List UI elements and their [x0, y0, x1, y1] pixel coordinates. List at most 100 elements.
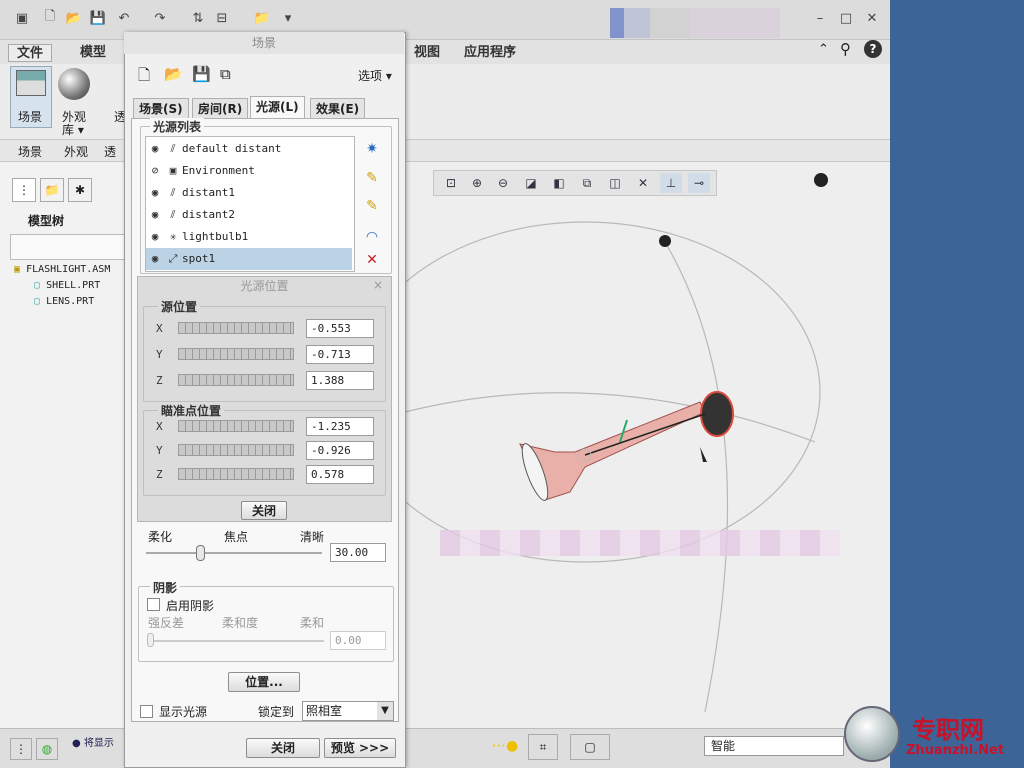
source-z-slider[interactable]	[178, 374, 294, 386]
add-lightbulb-icon[interactable]: ✎	[360, 166, 384, 190]
browser-toggle-icon[interactable]: ◍	[36, 738, 58, 760]
add-distant-light-icon[interactable]: ✷	[360, 137, 384, 161]
tree-item-shell[interactable]: ▢ SHELL.PRT	[34, 280, 100, 291]
undo-icon[interactable]: ↶	[114, 8, 134, 28]
light-row-spot1[interactable]: ◉ ⤢ spot1	[146, 248, 352, 270]
delete-light-icon[interactable]: ✕	[360, 248, 384, 272]
sphere-outline	[405, 221, 821, 563]
sharpness-slider-track[interactable]	[146, 552, 322, 554]
light-position-close-button[interactable]: 关闭	[241, 501, 287, 520]
save-scene-icon[interactable]: 💾	[192, 65, 211, 83]
sphere-meridian	[664, 241, 729, 713]
source-x-label: X	[156, 322, 163, 335]
options-menu[interactable]: 选项 ▾	[358, 67, 392, 84]
eye-icon[interactable]: ◉	[146, 204, 164, 226]
eye-icon[interactable]: ◉	[146, 182, 164, 204]
aim-x-field[interactable]: -1.235	[306, 417, 374, 436]
enable-shadow-label: 启用阴影	[166, 599, 215, 613]
tab-effects[interactable]: 效果(E)	[310, 98, 366, 118]
selection-filter[interactable]: 智能	[704, 736, 844, 756]
group-trans-partial: 透	[104, 145, 117, 159]
aim-z-field[interactable]: 0.578	[306, 465, 374, 484]
eye-hidden-icon[interactable]: ⊘	[146, 160, 164, 182]
light-row-distant1[interactable]: ◉ ⫽ distant1	[146, 182, 352, 204]
watermark-url: Zhuanzhi.Net	[906, 743, 1005, 758]
show-lights-checkbox[interactable]	[140, 705, 153, 718]
tree-toggle-icon[interactable]: ⋮	[10, 738, 32, 760]
maximize-icon[interactable]: □	[836, 8, 856, 28]
light-position-close-icon[interactable]: ×	[373, 278, 383, 292]
shadow-slider-track	[148, 640, 324, 642]
shadow-field: 0.00	[330, 631, 386, 650]
add-spotlight-icon[interactable]: ✎	[360, 194, 384, 218]
source-y-slider[interactable]	[178, 348, 294, 360]
lock-to-select[interactable]: 照相室 ▼	[302, 701, 394, 721]
aim-y-field[interactable]: -0.926	[306, 441, 374, 460]
position-button[interactable]: 位置...	[228, 672, 300, 692]
source-x-field[interactable]: -0.553	[306, 319, 374, 338]
tab-view[interactable]: 视图	[406, 44, 448, 62]
favorites-icon[interactable]: ✱	[68, 178, 92, 202]
window-close-icon[interactable]: ✕	[862, 8, 882, 28]
sharpness-slider-thumb[interactable]	[196, 545, 205, 561]
eye-icon[interactable]: ◉	[146, 226, 164, 248]
model-tree-tab-icon[interactable]: ⋮	[12, 178, 36, 202]
eye-icon[interactable]: ◉	[146, 248, 164, 270]
tab-room[interactable]: 房间(R)	[192, 98, 249, 118]
spotlight-cone[interactable]	[700, 391, 734, 437]
enable-shadow-checkbox[interactable]	[147, 598, 160, 611]
distant-light-icon: ⫽	[170, 142, 176, 155]
light-row-environment[interactable]: ⊘ ▣ Environment	[146, 160, 352, 182]
regenerate-icon[interactable]: ⇅	[188, 8, 208, 28]
find-icon[interactable]: ⌗	[528, 734, 558, 760]
copy-scene-icon[interactable]: ⧉	[220, 65, 231, 83]
customize-dropdown-icon[interactable]: ▾	[278, 8, 298, 28]
close-button[interactable]: 关闭	[246, 738, 320, 758]
search-icon[interactable]: ⚲	[840, 40, 851, 58]
source-z-field[interactable]: 1.388	[306, 371, 374, 390]
tab-model[interactable]: 模型	[72, 44, 114, 62]
light-row-default-distant[interactable]: ◉ ⫽ default distant	[146, 138, 352, 160]
aim-y-label: Y	[156, 444, 163, 457]
new-file-icon[interactable]: 🗋	[40, 8, 60, 28]
aim-z-slider[interactable]	[178, 468, 294, 480]
minimize-icon[interactable]: –	[810, 8, 830, 28]
status-message: ● 将显示	[72, 738, 114, 749]
open-scene-icon[interactable]: 📂	[164, 65, 183, 83]
aim-y-slider[interactable]	[178, 444, 294, 456]
collapse-ribbon-icon[interactable]: ⌃	[818, 42, 829, 57]
open-file-icon[interactable]: 📂	[64, 8, 84, 28]
preview-button[interactable]: 预览 >>>	[324, 738, 396, 758]
show-lights-label: 显示光源	[159, 705, 208, 719]
source-x-slider[interactable]	[178, 322, 294, 334]
close-window-icon[interactable]: 📁	[252, 8, 272, 28]
view-cube-icon[interactable]: ▢	[570, 734, 610, 760]
windows-icon[interactable]: ⊟	[212, 8, 232, 28]
light-marker[interactable]	[659, 235, 671, 247]
folder-browser-icon[interactable]: 📁	[40, 178, 64, 202]
help-icon[interactable]: ?	[864, 40, 882, 58]
tab-file[interactable]: 文件	[8, 44, 53, 62]
light-row-distant2[interactable]: ◉ ⫽ distant2	[146, 204, 352, 226]
add-skylight-icon[interactable]: ◠	[360, 225, 384, 249]
light-marker[interactable]	[814, 173, 828, 187]
aim-x-slider[interactable]	[178, 420, 294, 432]
tree-root[interactable]: ▣ FLASHLIGHT.ASM	[14, 264, 110, 275]
redo-icon[interactable]: ↷	[150, 8, 170, 28]
eye-icon[interactable]: ◉	[146, 138, 164, 160]
light-name: lightbulb1	[182, 230, 249, 243]
watermark-logo-icon	[844, 706, 900, 762]
tab-lights[interactable]: 光源(L)	[250, 96, 305, 118]
flashlight-body[interactable]	[519, 401, 706, 501]
light-row-lightbulb1[interactable]: ◉ ✳ lightbulb1	[146, 226, 352, 248]
tree-item-lens[interactable]: ▢ LENS.PRT	[34, 296, 94, 307]
light-name: distant2	[182, 208, 235, 221]
sharp-label: 清晰	[300, 530, 325, 544]
source-y-field[interactable]: -0.713	[306, 345, 374, 364]
save-icon[interactable]: 💾	[88, 8, 108, 28]
tab-apps[interactable]: 应用程序	[456, 44, 524, 62]
new-scene-icon[interactable]: 🗋	[138, 65, 150, 90]
tab-scene[interactable]: 场景(S)	[133, 98, 189, 118]
group-appearance: 外观	[64, 145, 89, 159]
sharpness-field[interactable]: 30.00	[330, 543, 386, 562]
